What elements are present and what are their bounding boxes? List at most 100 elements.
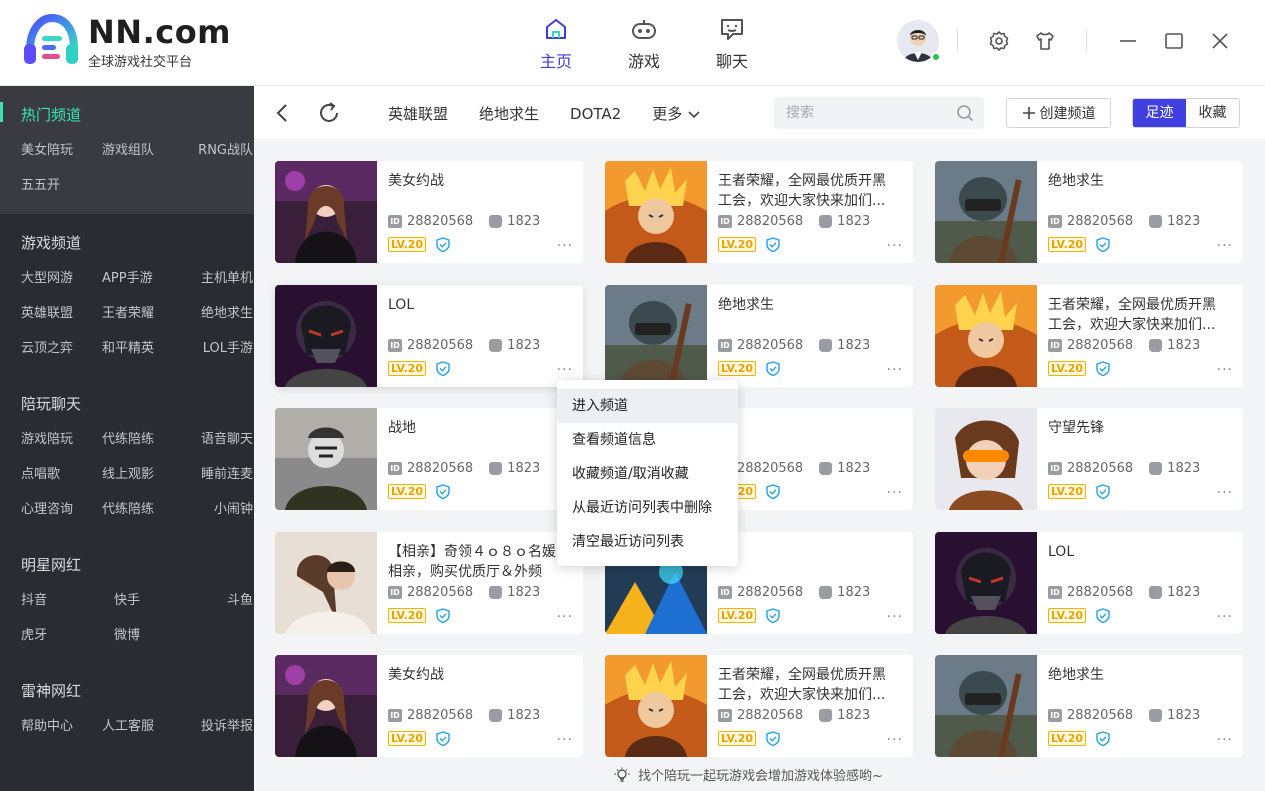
- sidebar-item[interactable]: 点唱歌: [21, 460, 102, 495]
- menu-item-view-channel-info[interactable]: 查看频道信息: [557, 423, 738, 457]
- sidebar-item[interactable]: 游戏陪玩: [21, 425, 102, 460]
- maximize-icon[interactable]: [1162, 29, 1186, 53]
- channel-card[interactable]: 绝地求生 ID 28820568 1823 LV.20 ···: [605, 285, 913, 387]
- create-channel-button[interactable]: 创建频道: [1006, 98, 1111, 128]
- sidebar-item[interactable]: 美女陪玩: [21, 136, 102, 171]
- tab-lol[interactable]: 英雄联盟: [388, 103, 448, 124]
- more-options-icon[interactable]: ···: [887, 485, 903, 501]
- more-options-icon[interactable]: ···: [557, 362, 573, 378]
- minimize-icon[interactable]: [1116, 29, 1140, 53]
- refresh-icon[interactable]: [316, 100, 342, 126]
- more-options-icon[interactable]: ···: [557, 732, 573, 748]
- sidebar-item[interactable]: RNG战队: [183, 136, 253, 171]
- tab-pubg[interactable]: 绝地求生: [479, 103, 539, 124]
- sidebar-item[interactable]: APP手游: [102, 264, 183, 299]
- sidebar-item[interactable]: 绝地求生: [183, 299, 253, 334]
- sidebar-section-title[interactable]: 明星网红: [0, 536, 254, 586]
- channel-card[interactable]: 【相亲】奇领４ｏ８ｏ名媛相亲，购买优质厅＆外频道... ID 28820568 182…: [275, 532, 583, 634]
- sidebar-item[interactable]: 快手: [102, 586, 183, 621]
- sidebar-item[interactable]: 英雄联盟: [21, 299, 102, 334]
- menu-item-remove-recent[interactable]: 从最近访问列表中删除: [557, 491, 738, 525]
- favorite-tab[interactable]: 收藏: [1186, 99, 1239, 127]
- sidebar-item[interactable]: 主机单机: [183, 264, 253, 299]
- sidebar-item[interactable]: 斗鱼: [183, 586, 253, 621]
- sidebar-item[interactable]: 代练陪练: [102, 495, 183, 530]
- sidebar-item[interactable]: 和平精英: [102, 334, 183, 369]
- sidebar-item[interactable]: 云顶之弈: [21, 334, 102, 369]
- more-options-icon[interactable]: ···: [1217, 362, 1233, 378]
- channel-card[interactable]: LOL ID 28820568 1823 LV.20 ···: [275, 285, 583, 387]
- channel-id: 28820568: [1067, 708, 1134, 723]
- sidebar-item[interactable]: 线上观影: [102, 460, 183, 495]
- channel-card[interactable]: 王者荣耀，全网最优质开黑工会，欢迎大家快来加们... ID 28820568 1823…: [935, 285, 1243, 387]
- search-icon[interactable]: [956, 104, 974, 126]
- more-options-icon[interactable]: ···: [1217, 238, 1233, 254]
- channel-card[interactable]: 王者荣耀，全网最优质开黑工会，欢迎大家快来加们... ID 28820568 1823…: [605, 655, 913, 757]
- sidebar-item[interactable]: 王者荣耀: [102, 299, 183, 334]
- more-options-icon[interactable]: ···: [1217, 485, 1233, 501]
- sidebar-item[interactable]: 人工客服: [102, 712, 183, 747]
- more-options-icon[interactable]: ···: [887, 362, 903, 378]
- sidebar-item[interactable]: 心理咨询: [21, 495, 102, 530]
- sidebar-item[interactable]: 语音聊天: [183, 425, 253, 460]
- tab-dota2[interactable]: DOTA2: [570, 103, 621, 124]
- sidebar-section-title[interactable]: 游戏频道: [0, 214, 254, 264]
- footprint-tab[interactable]: 足迹: [1133, 99, 1186, 127]
- sidebar-item[interactable]: 微博: [102, 621, 183, 656]
- sidebar-section-title[interactable]: 陪玩聊天: [0, 375, 254, 425]
- sidebar-item[interactable]: 投诉举报: [183, 712, 253, 747]
- more-options-icon[interactable]: ···: [557, 609, 573, 625]
- sidebar-item[interactable]: 帮助中心: [21, 712, 102, 747]
- sidebar-section-companion: 陪玩聊天 游戏陪玩 代练陪练 语音聊天 点唱歌 线上观影 睡前连麦 心理咨询 代…: [0, 375, 254, 536]
- nav-chat[interactable]: 聊天: [688, 14, 776, 72]
- channel-card[interactable]: 守望先锋 ID 28820568 1823 LV.20 ···: [935, 408, 1243, 510]
- more-options-icon[interactable]: ···: [887, 238, 903, 254]
- sidebar-section-title[interactable]: 雷神网红: [0, 662, 254, 712]
- sidebar-item[interactable]: 睡前连麦: [183, 460, 253, 495]
- nav-games[interactable]: 游戏: [600, 14, 688, 72]
- channel-badges: LV.20: [1048, 237, 1110, 252]
- channel-meta: ID 28820568 1823: [1048, 214, 1200, 229]
- search-input[interactable]: [774, 97, 944, 129]
- channel-card[interactable]: 战地ID288205681823LV.20···: [275, 408, 583, 510]
- sidebar-item[interactable]: 代练陪练: [102, 425, 183, 460]
- settings-icon[interactable]: [987, 29, 1011, 53]
- sidebar-item[interactable]: 五五开: [21, 171, 102, 206]
- more-options-icon[interactable]: ···: [557, 238, 573, 254]
- sidebar-section-title[interactable]: 热门频道: [0, 86, 254, 136]
- more-options-icon[interactable]: ···: [887, 609, 903, 625]
- hot-icon: [489, 215, 503, 228]
- menu-item-clear-recent[interactable]: 清空最近访问列表: [557, 525, 738, 559]
- sidebar-item[interactable]: 虎牙: [21, 621, 102, 656]
- channel-card[interactable]: LOL ID 28820568 1823 LV.20 ···: [935, 532, 1243, 634]
- tab-more[interactable]: 更多: [652, 103, 701, 124]
- sidebar-item[interactable]: 小闹钟: [183, 495, 253, 530]
- app-logo[interactable]: NN.com 全球游戏社交平台: [22, 13, 231, 70]
- channel-card[interactable]: 美女约战 ID 28820568 1823 LV.20 ···: [275, 161, 583, 263]
- sidebar-item[interactable]: 抖音: [21, 586, 102, 621]
- more-options-icon[interactable]: ···: [1217, 732, 1233, 748]
- channel-id: 28820568: [1067, 585, 1134, 600]
- sidebar-item[interactable]: LOL手游: [183, 334, 253, 369]
- close-icon[interactable]: [1208, 29, 1232, 53]
- sidebar-item[interactable]: 大型网游: [21, 264, 102, 299]
- channel-card[interactable]: 王者荣耀，全网最优质开黑工会，欢迎大家快来加们... ID 28820568 1823…: [605, 161, 913, 263]
- menu-item-toggle-favorite[interactable]: 收藏频道/取消收藏: [557, 457, 738, 491]
- user-avatar[interactable]: [897, 20, 941, 62]
- more-options-icon[interactable]: ···: [887, 732, 903, 748]
- channel-badges: LV.20: [1048, 608, 1110, 623]
- more-options-icon[interactable]: ···: [1217, 609, 1233, 625]
- channel-title: 美女约战: [388, 667, 444, 683]
- channel-card[interactable]: 绝地求生 ID 28820568 1823 LV.20 ···: [935, 161, 1243, 263]
- id-icon: ID: [718, 215, 732, 228]
- channel-title: 王者荣耀，全网最优质开黑工会，欢迎大家快来加们...: [718, 667, 886, 703]
- menu-item-enter-channel[interactable]: 进入频道: [557, 389, 738, 423]
- channel-card[interactable]: 美女约战 ID 28820568 1823 LV.20 ···: [275, 655, 583, 757]
- id-icon: ID: [718, 586, 732, 599]
- channel-card[interactable]: 绝地求生 ID 28820568 1823 LV.20 ···: [935, 655, 1243, 757]
- id-icon: ID: [718, 709, 732, 722]
- nav-home[interactable]: 主页: [512, 14, 600, 72]
- back-icon[interactable]: [270, 100, 296, 126]
- skin-icon[interactable]: [1033, 29, 1057, 53]
- sidebar-item[interactable]: 游戏组队: [102, 136, 183, 171]
